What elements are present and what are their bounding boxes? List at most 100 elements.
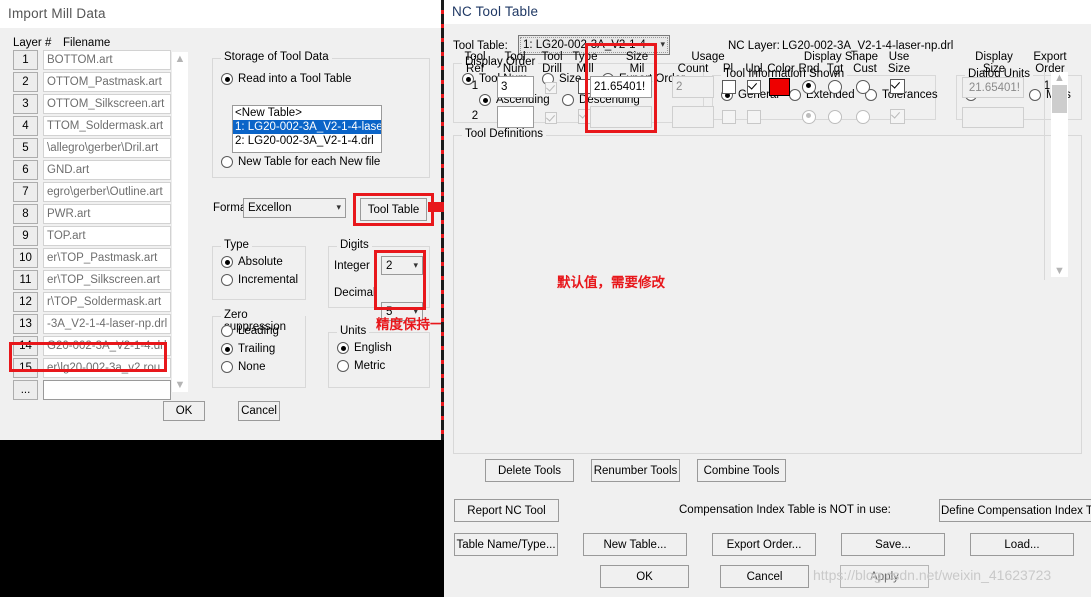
filename-input[interactable]: \allegro\gerber\Dril.art bbox=[43, 138, 171, 158]
filename-input[interactable]: er\TOP_Silkscreen.art bbox=[43, 270, 171, 290]
layer-number[interactable]: 1 bbox=[13, 50, 38, 70]
radio-icon[interactable] bbox=[789, 89, 801, 101]
filename-input[interactable]: OTTOM_Silkscreen.art bbox=[43, 94, 171, 114]
file-row[interactable]: 3 OTTOM_Silkscreen.art bbox=[13, 94, 171, 115]
new-table-button[interactable]: New Table... bbox=[583, 533, 687, 556]
file-row[interactable]: 11 er\TOP_Silkscreen.art bbox=[13, 270, 171, 291]
zero-none-radio[interactable]: None bbox=[221, 361, 266, 373]
scroll-up-icon[interactable]: ▲ bbox=[175, 54, 186, 65]
radio-icon[interactable] bbox=[221, 156, 233, 168]
layer-number[interactable]: 5 bbox=[13, 138, 38, 158]
row1-upl-checkbox[interactable] bbox=[747, 79, 761, 94]
tool-list-scrollbar[interactable]: ▲ ▼ bbox=[1051, 72, 1068, 277]
layer-number[interactable]: 4 bbox=[13, 116, 38, 136]
tool-table-listbox[interactable]: <New Table> 1: LG20-002-3A_V2-1-4-laser-… bbox=[232, 105, 382, 153]
type-incremental-radio[interactable]: Incremental bbox=[221, 274, 298, 286]
list-item[interactable]: <New Table> bbox=[233, 106, 381, 120]
units-metric-radio[interactable]: Metric bbox=[337, 360, 385, 372]
radio-icon[interactable] bbox=[221, 325, 233, 337]
zero-trailing-radio[interactable]: Trailing bbox=[221, 343, 275, 355]
layer-number[interactable]: 8 bbox=[13, 204, 38, 224]
file-row[interactable]: 8 PWR.art bbox=[13, 204, 171, 225]
combine-tools-button[interactable]: Combine Tools bbox=[697, 459, 786, 482]
filename-input[interactable]: BOTTOM.art bbox=[43, 50, 171, 70]
file-row[interactable]: ... bbox=[13, 380, 171, 401]
format-combo[interactable]: Excellon ▾ bbox=[243, 198, 346, 218]
radio-icon[interactable] bbox=[856, 79, 870, 94]
file-row[interactable]: 1 BOTTOM.art bbox=[13, 50, 171, 71]
file-row[interactable]: 6 GND.art bbox=[13, 160, 171, 181]
layer-number[interactable]: 10 bbox=[13, 248, 38, 268]
filename-input[interactable]: er\TOP_Pastmask.art bbox=[43, 248, 171, 268]
chevron-down-icon[interactable]: ▾ bbox=[336, 202, 341, 213]
delete-tools-button[interactable]: Delete Tools bbox=[485, 459, 574, 482]
zero-leading-radio[interactable]: Leading bbox=[221, 325, 279, 337]
file-row[interactable]: 7 egro\gerber\Outline.art bbox=[13, 182, 171, 203]
file-row[interactable]: 9 TOP.art bbox=[13, 226, 171, 247]
info-extended-radio[interactable]: Extended bbox=[789, 89, 855, 101]
radio-icon[interactable] bbox=[221, 73, 233, 85]
row1-pl-checkbox[interactable] bbox=[722, 79, 736, 94]
radio-icon[interactable] bbox=[828, 79, 842, 94]
row1-color-swatch[interactable] bbox=[769, 78, 790, 96]
checkbox-icon[interactable] bbox=[747, 79, 761, 94]
radio-icon[interactable] bbox=[479, 94, 491, 106]
layer-number[interactable]: 3 bbox=[13, 94, 38, 114]
save-button[interactable]: Save... bbox=[841, 533, 945, 556]
radio-icon[interactable] bbox=[221, 256, 233, 268]
filename-input[interactable]: PWR.art bbox=[43, 204, 171, 224]
row1-shape-cust-radio[interactable] bbox=[856, 79, 870, 94]
checkbox-icon[interactable] bbox=[722, 79, 736, 94]
file-row[interactable]: 2 OTTOM_Pastmask.art bbox=[13, 72, 171, 93]
units-english-radio[interactable]: English bbox=[337, 342, 392, 354]
list-item[interactable]: 1: LG20-002-3A_V2-1-4-laser-np bbox=[233, 120, 381, 134]
renumber-tools-button[interactable]: Renumber Tools bbox=[591, 459, 680, 482]
layer-number[interactable]: 12 bbox=[13, 292, 38, 312]
list-item[interactable]: 2: LG20-002-3A_V2-1-4.drl bbox=[233, 134, 381, 148]
tool-scroll-up-icon[interactable]: ▲ bbox=[1051, 72, 1068, 84]
row1-shape-tgt-radio[interactable] bbox=[828, 79, 842, 94]
row1-use-size-checkbox[interactable] bbox=[890, 79, 905, 95]
file-row[interactable]: 12 r\TOP_Soldermask.art bbox=[13, 292, 171, 313]
chevron-down-icon[interactable]: ▾ bbox=[660, 39, 665, 50]
load-button[interactable]: Load... bbox=[970, 533, 1074, 556]
filename-input[interactable]: TOP.art bbox=[43, 226, 171, 246]
nc-ok-button[interactable]: OK bbox=[600, 565, 689, 588]
layer-number[interactable]: 9 bbox=[13, 226, 38, 246]
radio-icon[interactable] bbox=[337, 360, 349, 372]
table-name-type-button[interactable]: Table Name/Type... bbox=[454, 533, 558, 556]
new-table-each-file-radio[interactable]: New Table for each New file bbox=[221, 156, 380, 168]
file-list-scrollbar[interactable]: ▲ ▼ bbox=[171, 52, 188, 392]
filename-input[interactable] bbox=[43, 380, 171, 400]
row1-tool-num-input[interactable]: 3 bbox=[497, 76, 534, 98]
define-compensation-button[interactable]: Define Compensation Index Table... bbox=[939, 499, 1091, 522]
nc-cancel-button[interactable]: Cancel bbox=[720, 565, 809, 588]
filename-input[interactable]: r\TOP_Soldermask.art bbox=[43, 292, 171, 312]
checkbox-icon[interactable] bbox=[890, 79, 905, 95]
import-cancel-button[interactable]: Cancel bbox=[238, 401, 280, 421]
radio-icon[interactable] bbox=[221, 343, 233, 355]
layer-number[interactable]: 11 bbox=[13, 270, 38, 290]
layer-number[interactable]: 2 bbox=[13, 72, 38, 92]
filename-input[interactable]: TTOM_Soldermask.art bbox=[43, 116, 171, 136]
tool-scroll-down-icon[interactable]: ▼ bbox=[1051, 265, 1068, 277]
row2-tool-num-input[interactable] bbox=[497, 106, 534, 128]
scroll-down-icon[interactable]: ▼ bbox=[175, 380, 186, 391]
tool-scroll-thumb[interactable] bbox=[1052, 85, 1067, 113]
import-ok-button[interactable]: OK bbox=[163, 401, 205, 421]
filename-input[interactable]: GND.art bbox=[43, 160, 171, 180]
layer-number[interactable]: ... bbox=[13, 380, 38, 400]
radio-icon[interactable] bbox=[221, 274, 233, 286]
report-nc-tool-button[interactable]: Report NC Tool bbox=[454, 499, 559, 522]
radio-icon[interactable] bbox=[802, 79, 816, 94]
row1-shape-rnd-radio[interactable] bbox=[802, 79, 816, 94]
file-row[interactable]: 5 \allegro\gerber\Dril.art bbox=[13, 138, 171, 159]
read-into-tool-table-radio[interactable]: Read into a Tool Table bbox=[221, 73, 351, 85]
type-absolute-radio[interactable]: Absolute bbox=[221, 256, 283, 268]
file-row[interactable]: 13 -3A_V2-1-4-laser-np.drl bbox=[13, 314, 171, 335]
file-row[interactable]: 10 er\TOP_Pastmask.art bbox=[13, 248, 171, 269]
filename-input[interactable]: egro\gerber\Outline.art bbox=[43, 182, 171, 202]
layer-number[interactable]: 7 bbox=[13, 182, 38, 202]
export-order-button[interactable]: Export Order... bbox=[712, 533, 816, 556]
filename-input[interactable]: OTTOM_Pastmask.art bbox=[43, 72, 171, 92]
